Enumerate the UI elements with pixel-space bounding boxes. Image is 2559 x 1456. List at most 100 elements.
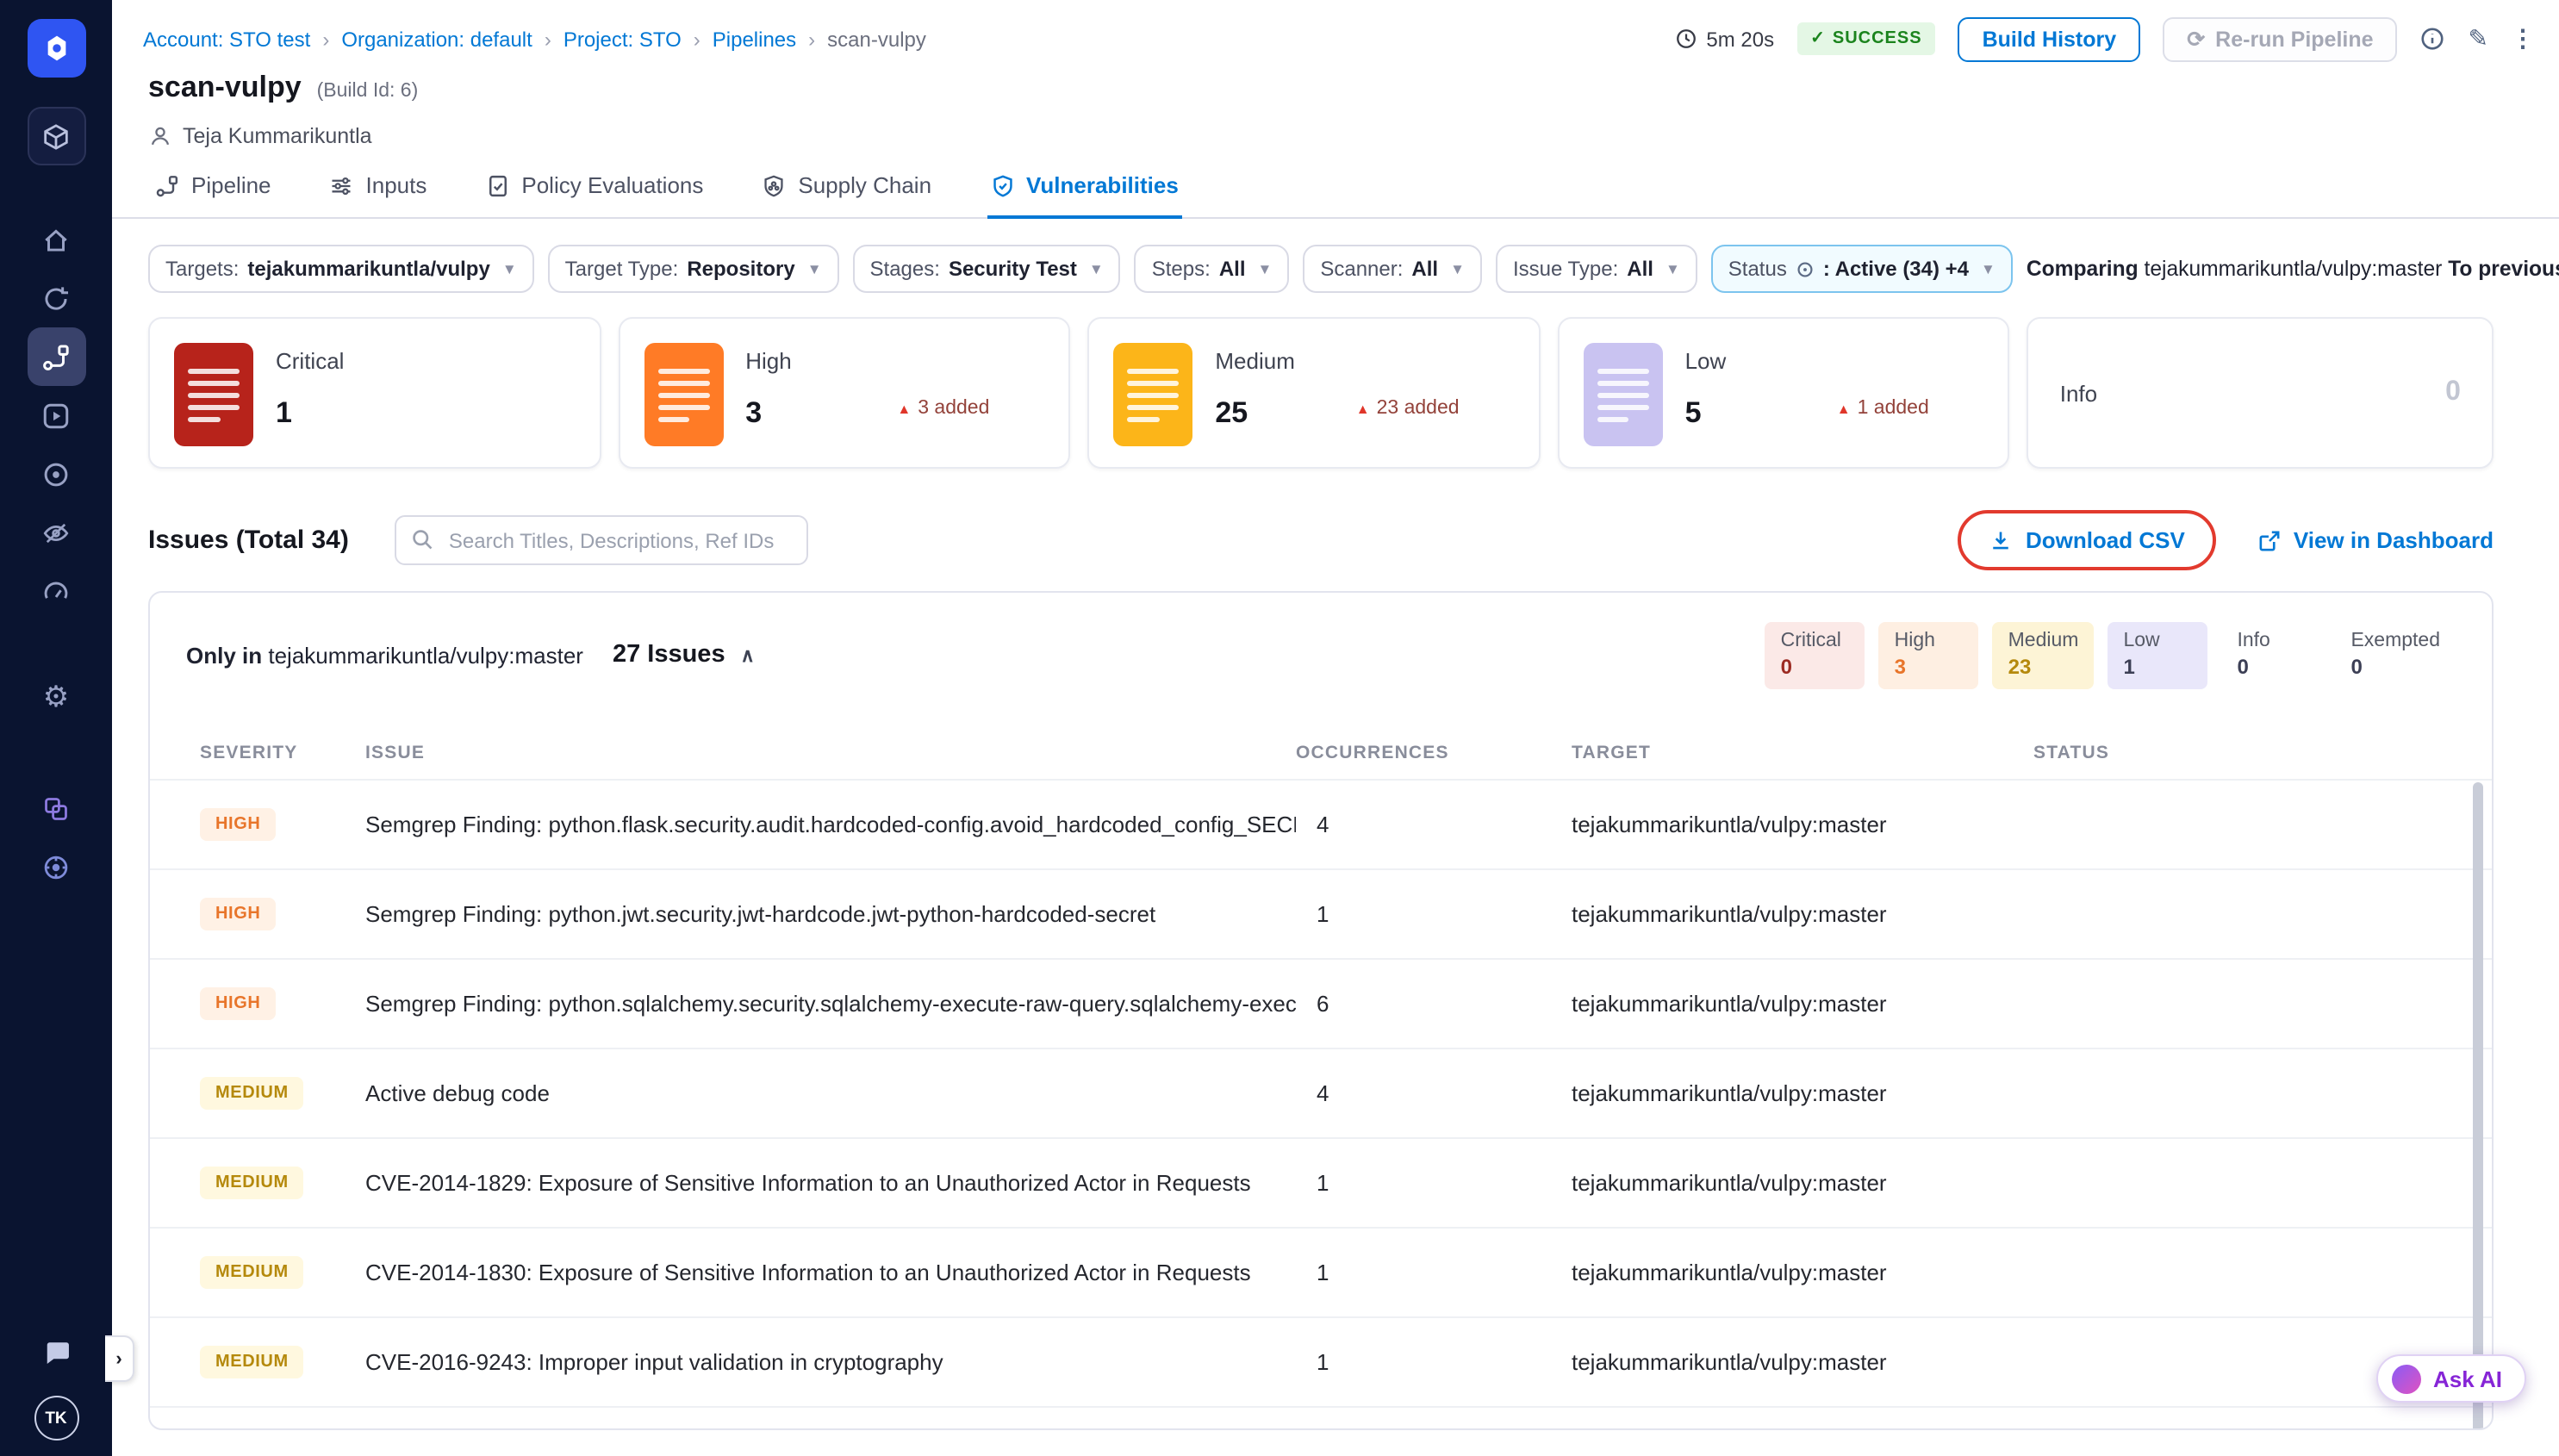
module-switcher-icon[interactable]: [27, 107, 85, 165]
issues-total-title: Issues (Total 34): [148, 526, 349, 555]
occurrences-value: 1: [1296, 1348, 1572, 1374]
app-window: ⚙ TK › Account: STO test › Organization:…: [0, 0, 2559, 1456]
chaos-module-icon[interactable]: [27, 837, 85, 896]
build-history-button[interactable]: Build History: [1958, 16, 2141, 61]
table-row[interactable]: HIGH Semgrep Finding: python.jwt.securit…: [150, 868, 2492, 957]
col-status: STATUS: [2033, 742, 2492, 762]
high-icon: [644, 343, 723, 446]
summary-chip-critical: Critical0: [1765, 622, 1865, 688]
severity-card-critical[interactable]: Critical1: [148, 317, 601, 469]
issues-search: [395, 515, 809, 565]
search-input[interactable]: [395, 515, 809, 565]
more-options-icon[interactable]: ⋮: [2511, 24, 2535, 53]
pipelines-icon[interactable]: [27, 327, 85, 386]
breadcrumb-project[interactable]: Project: STO: [563, 27, 682, 51]
filter-bar: Targets:tejakummarikuntla/vulpy▼ Target …: [148, 245, 2494, 293]
occurrences-value: 1: [1296, 1169, 1572, 1195]
settings-gear-icon[interactable]: ⚙: [27, 669, 85, 727]
col-target: TARGET: [1572, 742, 2033, 762]
chevron-down-icon: ▼: [807, 260, 822, 277]
filter-status[interactable]: Status : Active (34) +4▼: [1711, 245, 2013, 293]
breadcrumb-organization[interactable]: Organization: default: [341, 27, 532, 51]
main-content: Account: STO test › Organization: defaul…: [112, 0, 2559, 1456]
table-row[interactable]: MEDIUM Active debug code 4 tejakummariku…: [150, 1047, 2492, 1136]
rerun-pipeline-button[interactable]: ⟳ Re-run Pipeline: [2163, 16, 2397, 61]
sidebar-nav: ⚙ TK: [0, 0, 112, 1456]
breadcrumb-separator: ›: [322, 27, 329, 51]
edit-pencil-icon[interactable]: ✎: [2469, 24, 2488, 53]
severity-badge: HIGH: [200, 898, 276, 930]
severity-badge: HIGH: [200, 808, 276, 841]
chevron-down-icon: ▼: [1666, 260, 1680, 277]
filter-steps[interactable]: Steps:All▼: [1135, 245, 1290, 293]
builds-sync-icon[interactable]: [27, 269, 85, 327]
target-value: tejakummarikuntla/vulpy:master: [1572, 811, 2033, 837]
issues-toolbar: Issues (Total 34) Download CSV View in D…: [148, 515, 2494, 565]
breadcrumb-account[interactable]: Account: STO test: [143, 27, 310, 51]
filter-targets[interactable]: Targets:tejakummarikuntla/vulpy▼: [148, 245, 534, 293]
severity-card-high[interactable]: High3 ▲3 added: [618, 317, 1070, 469]
executions-icon[interactable]: [27, 386, 85, 445]
vulnerabilities-shield-icon: [990, 173, 1014, 197]
col-severity: SEVERITY: [200, 742, 365, 762]
critical-count: 1: [276, 396, 344, 431]
user-icon: [148, 124, 172, 148]
gauge-icon[interactable]: [27, 562, 85, 620]
external-link-icon: [2257, 528, 2282, 552]
collapse-chevron-up-icon[interactable]: ∧: [741, 644, 755, 667]
vertical-scrollbar[interactable]: [2473, 782, 2483, 1430]
table-row[interactable]: HIGH Semgrep Finding: python.sqlalchemy.…: [150, 957, 2492, 1047]
severity-summary-chips: Critical0 High3 Medium23 Low1 Info0 Exem…: [1765, 622, 2456, 688]
severity-card-info[interactable]: Info 0: [2027, 317, 2494, 469]
eye-off-icon[interactable]: [27, 503, 85, 562]
high-added-delta: ▲3 added: [897, 398, 989, 419]
target-value: tejakummarikuntla/vulpy:master: [1572, 1348, 2033, 1374]
tab-inputs[interactable]: Inputs: [327, 169, 431, 219]
breadcrumb-pipelines[interactable]: Pipelines: [713, 27, 796, 51]
group-scope-label: Only in tejakummarikuntla/vulpy:master: [186, 643, 583, 669]
medium-count: 25: [1215, 396, 1295, 431]
user-avatar[interactable]: TK: [34, 1396, 78, 1440]
tab-vulnerabilities[interactable]: Vulnerabilities: [987, 169, 1182, 219]
home-icon[interactable]: [27, 210, 85, 269]
severity-card-low[interactable]: Low5 ▲1 added: [1558, 317, 2010, 469]
table-row[interactable]: MEDIUM CVE-2016-9243: Improper input val…: [150, 1316, 2492, 1405]
help-info-icon[interactable]: [2420, 26, 2446, 52]
summary-chip-high: High3: [1879, 622, 1979, 688]
issue-title: CVE-2016-9243: Improper input validation…: [365, 1348, 1296, 1374]
table-row[interactable]: MEDIUM CVE-2014-1829: Exposure of Sensit…: [150, 1136, 2492, 1226]
summary-chip-info: Info0: [2221, 622, 2321, 688]
severity-badge: HIGH: [200, 987, 276, 1020]
severity-card-medium[interactable]: Medium25 ▲23 added: [1087, 317, 1540, 469]
feedback-chat-icon[interactable]: [27, 1323, 85, 1382]
inputs-icon: [330, 173, 354, 197]
filter-target-type[interactable]: Target Type:Repository▼: [548, 245, 839, 293]
table-row[interactable]: MEDIUM CVE-2017-...: [150, 1405, 2492, 1430]
issue-title: Active debug code: [365, 1080, 1296, 1105]
page-title: scan-vulpy: [148, 71, 302, 105]
clock-icon: [1675, 28, 1697, 50]
view-in-dashboard-button[interactable]: View in Dashboard: [2257, 527, 2494, 553]
sto-module-icon[interactable]: [27, 779, 85, 837]
chevron-down-icon: ▼: [1089, 260, 1104, 277]
filter-issue-type[interactable]: Issue Type:All▼: [1496, 245, 1697, 293]
download-csv-button[interactable]: Download CSV: [1989, 527, 2185, 553]
tab-pipeline[interactable]: Pipeline: [152, 169, 275, 219]
tab-policy-evaluations[interactable]: Policy Evaluations: [482, 169, 707, 219]
harness-logo-icon[interactable]: [27, 19, 85, 78]
table-row[interactable]: MEDIUM CVE-2014-1830: Exposure of Sensit…: [150, 1226, 2492, 1316]
tab-supply-chain[interactable]: Supply Chain: [758, 169, 935, 219]
ask-ai-button[interactable]: Ask AI: [2376, 1354, 2526, 1403]
summary-chip-medium: Medium23: [1993, 622, 2095, 688]
build-duration: 5m 20s: [1675, 27, 1774, 51]
filter-scanner[interactable]: Scanner:All▼: [1303, 245, 1482, 293]
filter-stages[interactable]: Stages:Security Test▼: [853, 245, 1121, 293]
supply-chain-icon: [762, 173, 786, 197]
chevron-down-icon: ▼: [502, 260, 517, 277]
rerun-icon: ⟳: [2187, 26, 2205, 52]
author-row: Teja Kummarikuntla: [112, 124, 2559, 148]
sidebar-expand-handle[interactable]: ›: [105, 1335, 134, 1382]
high-count: 3: [745, 396, 792, 431]
table-row[interactable]: HIGH Semgrep Finding: python.flask.secur…: [150, 778, 2492, 868]
target-icon[interactable]: [27, 445, 85, 503]
